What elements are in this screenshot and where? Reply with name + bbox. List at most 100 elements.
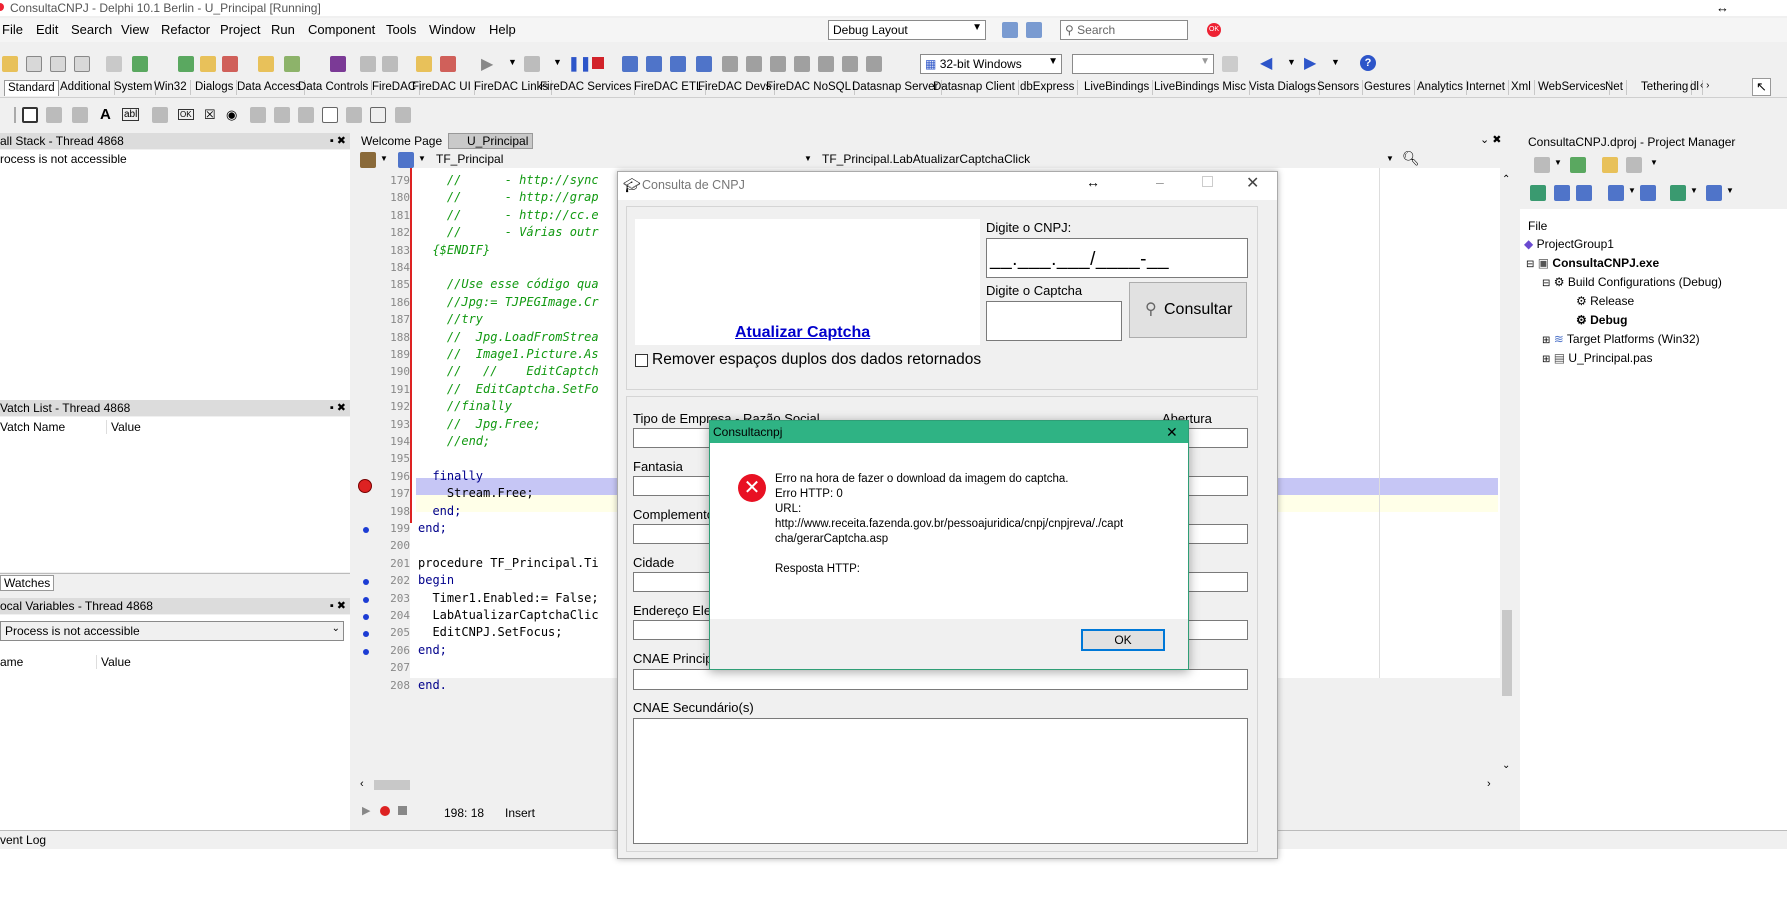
palette-tab-dialogs[interactable]: Dialogs [192, 80, 238, 95]
remove-spaces-checkbox[interactable] [635, 354, 648, 367]
play-macro-icon[interactable]: ▶ [362, 804, 370, 817]
layers-icon[interactable] [1706, 185, 1722, 201]
activate-icon[interactable] [1670, 185, 1686, 201]
palette-tab-vista-dialogs[interactable]: Vista Dialogs [1246, 80, 1320, 95]
step-return-icon[interactable] [746, 56, 762, 72]
folder-icon[interactable] [1602, 157, 1618, 173]
palette-tab-xml[interactable]: Xml [1508, 80, 1535, 95]
menu-help[interactable]: Help [489, 22, 516, 37]
method-combo[interactable]: TF_Principal.LabAtualizarCaptchaClick [822, 152, 1030, 166]
menu-refactor[interactable]: Refactor [161, 22, 210, 37]
scroll-left-icon[interactable]: ‹ [360, 778, 364, 790]
maximize-icon[interactable] [1202, 176, 1213, 187]
chevron-down-icon[interactable]: ▼ [1690, 186, 1698, 195]
watch-name-column[interactable]: Vatch Name [0, 420, 65, 434]
palette-tab-win32[interactable]: Win32 [151, 80, 191, 95]
save-all-icon[interactable] [106, 56, 122, 72]
watch-value-column[interactable]: Value [106, 420, 141, 434]
tree-item-build-configurations[interactable]: ⊟ ⚙ Build Configurations (Debug) [1542, 275, 1722, 289]
config-combo[interactable]: ▼ [1072, 54, 1214, 74]
palette-tab-analytics[interactable]: Analytics [1414, 80, 1468, 95]
resize-arrows-icon[interactable]: ↔ [1716, 0, 1729, 15]
chevron-down-icon[interactable]: ▼ [1554, 158, 1562, 167]
menu-window[interactable]: Window [429, 22, 475, 37]
label-icon[interactable]: A [100, 106, 111, 123]
palette-tab-firedac-services[interactable]: FireDAC Services [537, 80, 636, 95]
back-arrow-icon[interactable]: ◀ [1260, 53, 1272, 73]
tree-item-exe[interactable]: ⊟ ▣ ConsultaCNPJ.exe [1526, 256, 1659, 270]
menu-search[interactable]: Search [71, 22, 112, 37]
chevron-down-icon[interactable]: ▼ [1726, 186, 1734, 195]
scroll-right-icon[interactable]: › [1487, 778, 1491, 790]
editor-vscroll[interactable]: ⌃ ⌄ [1500, 168, 1514, 778]
menu-file[interactable]: File [2, 22, 23, 37]
help-icon[interactable]: ? [1360, 55, 1376, 71]
actionlist-icon[interactable] [395, 107, 411, 123]
watches-tab[interactable]: Watches [0, 575, 55, 591]
chevron-down-icon[interactable]: ▼ [1386, 154, 1394, 163]
tab-list-close-icon[interactable]: ⌄ ✖ [1480, 133, 1502, 146]
palette-tab-datasnap-client[interactable]: Datasnap Client [930, 80, 1019, 95]
build-icon[interactable] [1640, 185, 1656, 201]
desktop-default-icon[interactable] [1026, 22, 1042, 38]
pin-close-icon[interactable]: ▪ ✖ [330, 133, 346, 149]
cnae-main-field[interactable] [633, 669, 1248, 690]
evaluate-icon[interactable] [794, 56, 810, 72]
menu-view[interactable]: View [121, 22, 149, 37]
new-item-icon[interactable] [284, 56, 300, 72]
palette-tab-tethering[interactable]: Tethering [1638, 80, 1693, 95]
stop-macro-icon[interactable] [398, 806, 407, 815]
radiobutton-icon[interactable]: ◉ [226, 107, 237, 123]
show-execution-point-icon[interactable] [722, 56, 738, 72]
tree-item-debug[interactable]: ⚙ Debug [1576, 313, 1627, 327]
menu-project[interactable]: Project [220, 22, 260, 37]
scrollbar-icon[interactable] [298, 107, 314, 123]
stop-icon[interactable]: OK [1207, 23, 1221, 37]
cnae-secondary-memo[interactable] [633, 718, 1248, 844]
desktop-save-icon[interactable] [1002, 22, 1018, 38]
tree-item-u-principal[interactable]: ⊞ ▤ U_Principal.pas [1542, 351, 1652, 365]
tree-item-target-platforms[interactable]: ⊞ ≋ Target Platforms (Win32) [1542, 332, 1700, 346]
add-file-icon[interactable] [178, 56, 194, 72]
platform-combo[interactable]: ▦ 32-bit Windows ▼ [920, 54, 1062, 74]
local-name-column[interactable]: ame [0, 655, 23, 669]
chevron-down-icon[interactable]: ▼ [804, 154, 812, 163]
ok-button[interactable]: OK [1081, 629, 1165, 651]
collapse-node-icon[interactable]: ⊟ [1542, 278, 1550, 289]
menu-edit[interactable]: Edit [36, 22, 58, 37]
close-icon[interactable]: ✕ [1246, 173, 1259, 193]
event-log-tab[interactable]: vent Log [0, 833, 46, 847]
menu-run[interactable]: Run [271, 22, 295, 37]
run-to-cursor-icon[interactable] [696, 56, 712, 72]
pin-close-icon[interactable]: ▪ ✖ [330, 598, 346, 614]
remove-spaces-label[interactable]: Remover espaços duplos dos dados retorna… [652, 351, 981, 369]
scroll-down-icon[interactable]: ⌄ [1502, 760, 1510, 771]
frames-icon[interactable] [22, 107, 38, 123]
executable-line-dot-icon[interactable] [363, 527, 369, 533]
menu-component[interactable]: Component [308, 22, 375, 37]
local-value-column[interactable]: Value [96, 655, 131, 669]
sync-icon[interactable] [1530, 185, 1546, 201]
step-over-icon[interactable] [622, 56, 638, 72]
consult-button[interactable]: ⚲ Consultar [1129, 282, 1247, 338]
palette-tab-gestures[interactable]: Gestures [1361, 80, 1415, 95]
expand-node-icon[interactable]: ⊞ [1542, 354, 1550, 365]
listbox-icon[interactable] [250, 107, 266, 123]
palette-tab-sensors[interactable]: Sensors [1314, 80, 1364, 95]
unit-icon[interactable] [360, 56, 376, 72]
chevron-down-icon[interactable]: ▼ [1331, 57, 1340, 67]
palette-tab-dbexpress[interactable]: dbExpress [1017, 80, 1079, 95]
refresh-captcha-link[interactable]: Atualizar Captcha [735, 324, 870, 342]
open-icon[interactable] [26, 56, 42, 72]
expand-icon[interactable] [1554, 185, 1570, 201]
breakpoint-exec-icon[interactable] [358, 479, 372, 493]
chevron-down-icon[interactable]: ▼ [380, 154, 388, 163]
new-icon[interactable] [2, 56, 18, 72]
memo-icon[interactable] [152, 107, 168, 123]
sort-icon[interactable] [1608, 185, 1624, 201]
palette-tab-system[interactable]: System [111, 80, 157, 95]
captcha-input[interactable] [986, 301, 1122, 341]
download-icon[interactable] [866, 56, 882, 72]
view-icon[interactable] [1626, 157, 1642, 173]
find-icon[interactable]: 🔍︎ [1402, 150, 1420, 167]
